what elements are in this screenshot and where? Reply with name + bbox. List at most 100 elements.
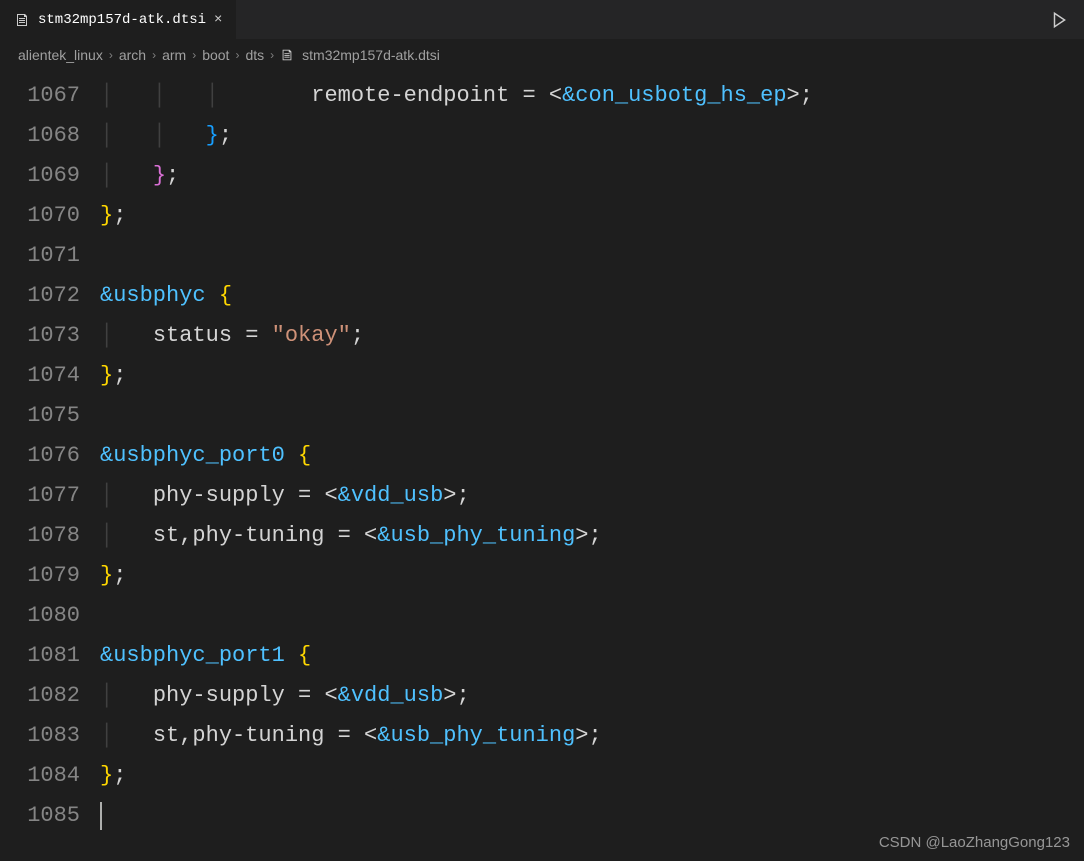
titlebar: stm32mp157d-atk.dtsi × <box>0 0 1084 40</box>
breadcrumb-item[interactable]: alientek_linux <box>18 47 103 63</box>
line-number: 1085 <box>0 796 80 836</box>
code-token <box>285 643 298 668</box>
text-cursor <box>100 802 102 830</box>
code-token: >; <box>787 83 813 108</box>
code-line[interactable]: │ phy-supply = <&vdd_usb>; <box>100 476 813 516</box>
code-token: &usb_phy_tuning <box>377 723 575 748</box>
code-token: ; <box>351 323 364 348</box>
code-token: &usbphyc_port0 <box>100 443 285 468</box>
code-line[interactable]: │ st,phy-tuning = <&usb_phy_tuning>; <box>100 516 813 556</box>
code-token: &vdd_usb <box>338 483 444 508</box>
code-line[interactable] <box>100 796 813 836</box>
code-token: │ │ │ <box>100 83 258 108</box>
line-number: 1082 <box>0 676 80 716</box>
code-token: { <box>298 643 311 668</box>
breadcrumb-item[interactable]: arch <box>119 47 146 63</box>
code-line[interactable]: &usbphyc { <box>100 276 813 316</box>
code-line[interactable] <box>100 596 813 636</box>
code-token: ; <box>166 163 179 188</box>
chevron-right-icon: › <box>235 48 239 62</box>
line-number: 1069 <box>0 156 80 196</box>
line-number: 1078 <box>0 516 80 556</box>
code-line[interactable]: │ │ }; <box>100 116 813 156</box>
line-number: 1070 <box>0 196 80 236</box>
watermark: CSDN @LaoZhangGong123 <box>879 834 1070 851</box>
code-token: st,phy-tuning = < <box>153 523 377 548</box>
code-line[interactable]: &usbphyc_port0 { <box>100 436 813 476</box>
code-line[interactable]: }; <box>100 356 813 396</box>
line-number: 1074 <box>0 356 80 396</box>
line-number: 1081 <box>0 636 80 676</box>
tab-filename: stm32mp157d-atk.dtsi <box>38 12 206 28</box>
line-number: 1075 <box>0 396 80 436</box>
code-token: } <box>153 163 166 188</box>
code-line[interactable] <box>100 396 813 436</box>
breadcrumbs: alientek_linux › arch › arm › boot › dts… <box>0 40 1084 70</box>
code-token: phy-supply = < <box>153 683 338 708</box>
code-token: st,phy-tuning = < <box>153 723 377 748</box>
line-number: 1073 <box>0 316 80 356</box>
tab-active[interactable]: stm32mp157d-atk.dtsi × <box>0 0 237 39</box>
code-token: │ │ <box>100 123 206 148</box>
chevron-right-icon: › <box>270 48 274 62</box>
code-line[interactable]: │ }; <box>100 156 813 196</box>
code-token <box>206 283 219 308</box>
line-number: 1080 <box>0 596 80 636</box>
code-token: { <box>219 283 232 308</box>
code-token: ; <box>113 363 126 388</box>
code-token: &usbphyc <box>100 283 206 308</box>
code-line[interactable]: }; <box>100 556 813 596</box>
code-token: ; <box>113 203 126 228</box>
code-line[interactable]: }; <box>100 196 813 236</box>
code-token: ; <box>113 763 126 788</box>
file-icon <box>14 12 30 28</box>
code-token: { <box>298 443 311 468</box>
code-line[interactable] <box>100 236 813 276</box>
code-token: } <box>206 123 219 148</box>
code-token: "okay" <box>272 323 351 348</box>
line-number: 1067 <box>0 76 80 116</box>
code-token: remote-endpoint = < <box>258 83 562 108</box>
code-token: } <box>100 363 113 388</box>
code-token: &usb_phy_tuning <box>377 523 575 548</box>
code-token: >; <box>443 683 469 708</box>
code-line[interactable]: │ st,phy-tuning = <&usb_phy_tuning>; <box>100 716 813 756</box>
line-number: 1079 <box>0 556 80 596</box>
close-icon[interactable]: × <box>214 12 222 28</box>
code-token: >; <box>575 723 601 748</box>
line-number: 1084 <box>0 756 80 796</box>
line-number: 1068 <box>0 116 80 156</box>
code-token: status = <box>153 323 272 348</box>
code-token: phy-supply = < <box>153 483 338 508</box>
chevron-right-icon: › <box>192 48 196 62</box>
code-token: &usbphyc_port1 <box>100 643 285 668</box>
breadcrumb-item[interactable]: boot <box>202 47 229 63</box>
code-token: │ <box>100 683 153 708</box>
code-token: │ <box>100 523 153 548</box>
breadcrumb-item[interactable]: dts <box>245 47 264 63</box>
code-line[interactable]: │ │ │ remote-endpoint = <&con_usbotg_hs_… <box>100 76 813 116</box>
line-number: 1071 <box>0 236 80 276</box>
code-line[interactable]: │ status = "okay"; <box>100 316 813 356</box>
line-number: 1076 <box>0 436 80 476</box>
code-token: │ <box>100 323 153 348</box>
code-area[interactable]: │ │ │ remote-endpoint = <&con_usbotg_hs_… <box>100 70 813 861</box>
code-token: } <box>100 203 113 228</box>
editor[interactable]: 1067106810691070107110721073107410751076… <box>0 70 1084 861</box>
code-token: │ <box>100 483 153 508</box>
code-token <box>285 443 298 468</box>
code-token: ; <box>113 563 126 588</box>
chevron-right-icon: › <box>152 48 156 62</box>
line-number: 1077 <box>0 476 80 516</box>
code-token: &con_usbotg_hs_ep <box>562 83 786 108</box>
run-icon[interactable] <box>1050 11 1068 29</box>
code-line[interactable]: │ phy-supply = <&vdd_usb>; <box>100 676 813 716</box>
code-token: │ <box>100 723 153 748</box>
line-number: 1072 <box>0 276 80 316</box>
code-line[interactable]: &usbphyc_port1 { <box>100 636 813 676</box>
tabs-container: stm32mp157d-atk.dtsi × <box>0 0 237 39</box>
breadcrumb-item[interactable]: arm <box>162 47 186 63</box>
breadcrumb-file[interactable]: stm32mp157d-atk.dtsi <box>302 47 440 63</box>
code-token: } <box>100 563 113 588</box>
code-line[interactable]: }; <box>100 756 813 796</box>
